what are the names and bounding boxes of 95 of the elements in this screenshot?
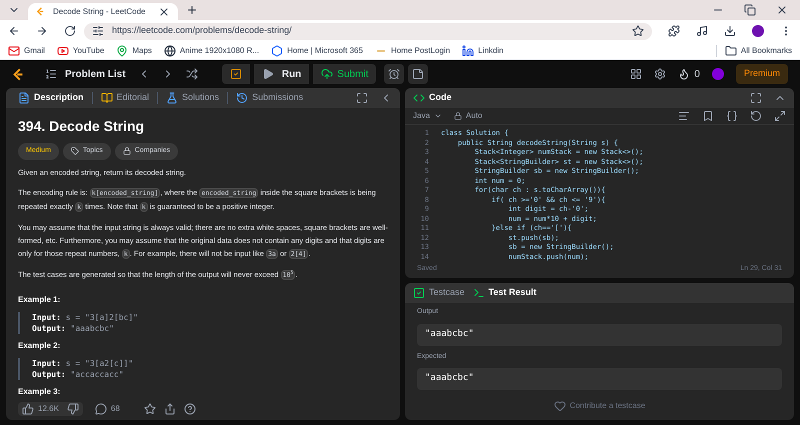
- close-icon: [158, 6, 170, 18]
- flask-icon: [166, 92, 178, 104]
- site-settings-icon: [92, 25, 104, 37]
- heart-icon: [554, 400, 566, 412]
- maximize-icon: [750, 92, 762, 104]
- panel-tab[interactable]: Solutions: [162, 91, 224, 105]
- reset-icon: [750, 110, 762, 122]
- bookmark-link[interactable]: Home | Microsoft 365: [271, 44, 363, 56]
- streak-counter[interactable]: 0: [678, 66, 700, 82]
- restore-icon: [744, 4, 756, 16]
- history-icon: [236, 92, 248, 104]
- browser-tab[interactable]: Decode String - LeetCode: [28, 3, 178, 20]
- mail-icon: [8, 44, 20, 56]
- chevron-down-icon: [434, 112, 442, 120]
- map-pin-icon: [116, 44, 128, 56]
- flame-icon: [678, 68, 690, 80]
- star-icon: [144, 403, 156, 415]
- forward-icon: [36, 25, 48, 37]
- bookmark-link[interactable]: Maps: [116, 44, 152, 56]
- all-bookmarks-link[interactable]: All Bookmarks: [716, 44, 792, 56]
- bookmark-star-icon: [632, 25, 644, 37]
- problem-list-link[interactable]: Problem List: [45, 66, 126, 82]
- thumbs-down-icon: [66, 403, 79, 415]
- help-icon: [184, 403, 196, 415]
- example-title: Example 3:: [18, 386, 62, 398]
- reload-icon: [64, 25, 76, 37]
- comment-icon: [94, 403, 107, 415]
- list-icon: [45, 68, 57, 80]
- format-icon: [678, 110, 690, 122]
- document-icon: [18, 92, 30, 104]
- panel-title: Code: [429, 91, 452, 104]
- notes-button[interactable]: [408, 64, 428, 84]
- comments-button[interactable]: 68: [94, 403, 120, 415]
- auto-mode-toggle[interactable]: Auto: [454, 110, 482, 122]
- example-block: Input: s = "3[a]2[bc]" Output: "aaabcbc": [18, 312, 388, 334]
- panel-tab[interactable]: Testcase: [413, 286, 465, 300]
- debug-button[interactable]: [222, 64, 250, 84]
- checkbox-icon: [413, 287, 425, 299]
- bookmark-link[interactable]: Linkdin: [462, 44, 504, 56]
- example-title: Example 2:: [18, 340, 62, 352]
- bookmark-link[interactable]: Home PostLogin: [374, 44, 450, 56]
- terminal-icon: [472, 287, 485, 299]
- thumbs-up-icon: [22, 403, 34, 415]
- run-button[interactable]: Run: [254, 64, 310, 84]
- panel-tab[interactable]: Editorial: [96, 91, 154, 105]
- folder-icon: [724, 44, 737, 56]
- lock-icon: [122, 147, 131, 156]
- bookmark-link[interactable]: Anime 1920x1080 R...: [164, 44, 260, 56]
- panel-tab[interactable]: Test Result: [472, 286, 536, 300]
- layout-icon: [630, 68, 642, 80]
- code-icon: [413, 92, 425, 104]
- panel-tab[interactable]: Description: [14, 91, 88, 105]
- bookmark-link[interactable]: YouTube: [56, 44, 104, 56]
- timer-button[interactable]: [384, 64, 404, 84]
- lock-icon: [454, 112, 462, 120]
- close-icon: [776, 4, 788, 16]
- share-icon: [164, 403, 176, 415]
- panel-tab[interactable]: Submissions: [232, 91, 308, 105]
- linkedin-icon: [462, 44, 474, 56]
- cloud-upload-icon: [321, 68, 334, 80]
- new-tab-icon: [186, 4, 198, 16]
- premium-button[interactable]: Premium: [736, 64, 788, 84]
- like-button[interactable]: 12.6K: [18, 402, 63, 416]
- user-avatar[interactable]: [712, 68, 724, 80]
- expand-icon: [774, 110, 786, 122]
- tag-icon: [70, 147, 79, 156]
- download-icon: [724, 25, 736, 37]
- video-icon: [56, 44, 69, 56]
- back-icon: [8, 25, 20, 37]
- book-icon: [100, 92, 113, 104]
- hexagon-icon: [271, 44, 284, 56]
- play-icon: [262, 68, 274, 80]
- globe-icon: [164, 44, 176, 56]
- result-value: "aaabcbc": [417, 324, 782, 346]
- maximize-icon: [356, 92, 368, 104]
- submit-button[interactable]: Submit: [313, 64, 376, 84]
- problem-title: 394. Decode String: [18, 117, 146, 136]
- example-title: Example 1:: [18, 294, 62, 306]
- bookmark-link[interactable]: Gmail: [8, 44, 45, 56]
- url-text: https://leetcode.com/problems/decode-string/: [112, 24, 293, 38]
- dislike-button[interactable]: [62, 402, 83, 416]
- bookmark-icon: [702, 110, 714, 122]
- braces-icon: [726, 110, 738, 122]
- settings-icon: [654, 68, 666, 80]
- shuffle-icon: [186, 68, 198, 80]
- media-icon: [696, 25, 708, 37]
- alarm-clock-icon: [388, 68, 400, 80]
- extension-icon: [668, 25, 680, 37]
- result-value: "aaabcbc": [417, 368, 782, 390]
- address-bar[interactable]: https://leetcode.com/problems/decode-string/: [84, 22, 652, 40]
- note-icon: [412, 68, 424, 80]
- language-select[interactable]: Java: [413, 110, 442, 122]
- example-block: Input: s = "3[a2[c]]" Output: "accaccacc": [18, 358, 388, 380]
- tab-title: Decode String - LeetCode: [53, 6, 146, 18]
- profile-avatar[interactable]: [752, 25, 764, 37]
